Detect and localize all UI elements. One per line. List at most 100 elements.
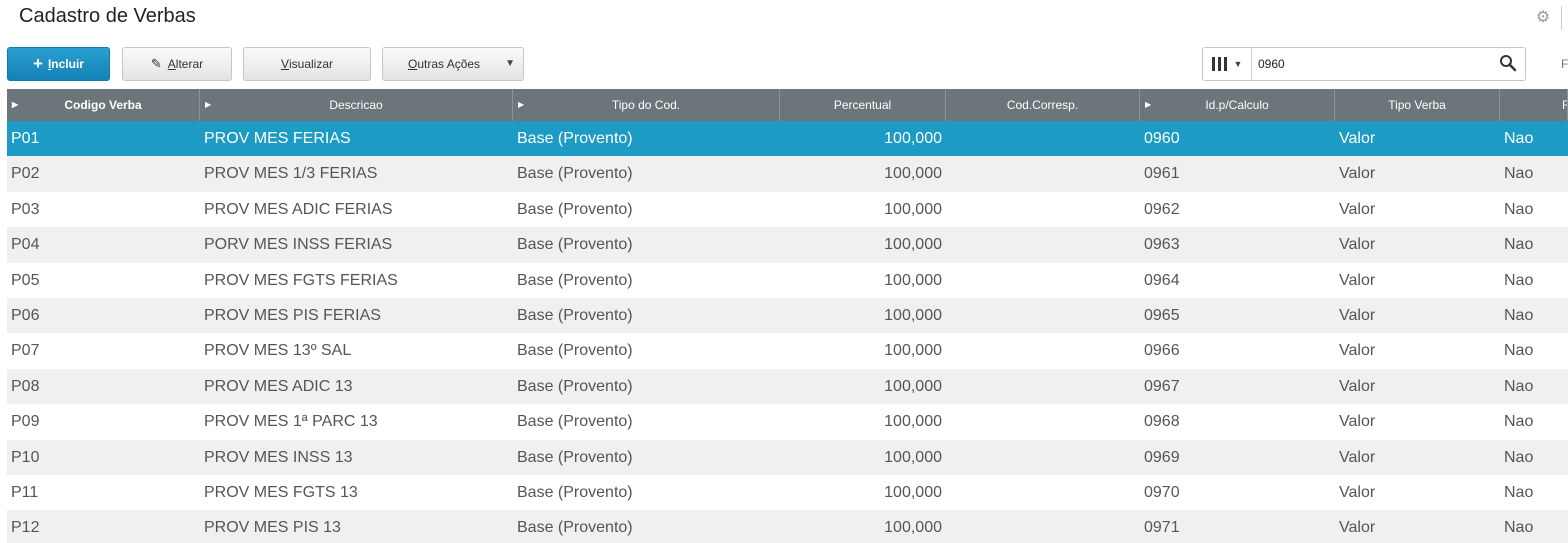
table-cell: Nao	[1504, 200, 1534, 218]
column-header[interactable]: Tipo Verba	[1335, 89, 1500, 121]
table-cell: P08	[11, 377, 40, 395]
table-cell: Valor	[1339, 306, 1376, 324]
column-header-label: Id.p/Calculo	[1205, 98, 1269, 112]
table-cell: Base (Provento)	[517, 271, 633, 289]
table-cell: Valor	[1339, 519, 1376, 537]
table-row[interactable]: P08 PROV MES ADIC 13 Base (Provento) 100,00…	[7, 368, 1568, 405]
app-window: Cadastro de Verbas ⚙ + Incluir ✎ Alterar…	[0, 0, 1568, 543]
outras-label: utras Ações	[417, 57, 481, 71]
page-title: Cadastro de Verbas	[19, 5, 196, 27]
table-cell: Valor	[1339, 130, 1376, 147]
table-cell: 100,000	[884, 377, 942, 395]
table-cell: PROV MES 13º SAL	[204, 342, 352, 360]
table-cell: Nao	[1504, 165, 1534, 183]
table-cell: P10	[11, 448, 40, 466]
table-cell: 100,000	[884, 236, 942, 254]
plus-icon: +	[33, 54, 43, 73]
grid-body: P01 PROV MES FERIAS Base (Provento) 100,000…	[7, 121, 1568, 543]
outras-acoes-button[interactable]: Outras Ações ▼	[382, 47, 524, 81]
table-cell: 0961	[1144, 165, 1180, 183]
column-header-label: Descricao	[329, 98, 383, 112]
table-row[interactable]: P02 PROV MES 1/3 FERIAS Base (Provento) 100…	[7, 156, 1568, 192]
visualizar-button[interactable]: Visualizar	[243, 47, 371, 81]
table-cell: Nao	[1504, 342, 1534, 360]
alterar-label: lterar	[175, 57, 204, 71]
alterar-accesskey: A	[167, 57, 176, 71]
table-row[interactable]: P09 PROV MES 1ª PARC 13 Base (Provento) 100…	[7, 404, 1568, 440]
table-cell: 100,000	[884, 413, 942, 431]
table-cell: 0960	[1144, 130, 1180, 147]
column-header[interactable]: Percentual	[780, 89, 946, 121]
table-cell: 100,000	[884, 306, 942, 324]
table-cell: P03	[11, 200, 40, 218]
incluir-button[interactable]: + Incluir	[7, 47, 110, 81]
column-header-label: Codigo Verba	[64, 98, 142, 112]
table-cell: Base (Provento)	[517, 236, 633, 254]
visualizar-accesskey: V	[280, 57, 289, 71]
table-row[interactable]: P03 PROV MES ADIC FERIAS Base (Provento) 10…	[7, 191, 1568, 228]
table-cell: Base (Provento)	[517, 519, 633, 537]
table-cell: Base (Provento)	[517, 200, 633, 218]
table-cell: PROV MES FERIAS	[204, 130, 351, 147]
table-row[interactable]: P06 PROV MES PIS FERIAS Base (Provento) 100…	[7, 297, 1568, 334]
column-header[interactable]: ▶ Tipo do Cod.	[513, 89, 780, 121]
column-header-label: Cod.Corresp.	[1006, 98, 1079, 112]
table-cell: Valor	[1339, 165, 1376, 183]
search-icon[interactable]	[1499, 54, 1517, 72]
table-cell: P07	[11, 342, 40, 360]
table-row[interactable]: P04 PORV MES INSS FERIAS Base (Provento) 10…	[7, 227, 1568, 263]
chevron-down-icon: ▼	[505, 58, 515, 69]
table-cell: Base (Provento)	[517, 413, 633, 431]
alterar-button[interactable]: ✎ Alterar	[122, 47, 232, 81]
table-cell: Nao	[1504, 306, 1534, 324]
table-cell: PORV MES INSS FERIAS	[204, 236, 393, 254]
table-row[interactable]: P05 PROV MES FGTS FERIAS Base (Provento) 10…	[7, 262, 1568, 298]
filter-label: F	[1561, 57, 1568, 71]
table-cell: 100,000	[884, 519, 942, 537]
table-cell: Nao	[1504, 271, 1534, 289]
incluir-label: ncluir	[51, 57, 84, 71]
column-header[interactable]: Cod.Corresp.	[946, 89, 1140, 121]
table-cell: Base (Provento)	[517, 165, 633, 183]
visualizar-label: isualizar	[289, 57, 334, 71]
table-cell: PROV MES PIS FERIAS	[204, 306, 381, 324]
title-bar: Cadastro de Verbas ⚙	[0, 0, 1568, 38]
table-cell: Nao	[1504, 413, 1534, 431]
sort-arrow-icon: ▶	[205, 100, 212, 109]
gear-icon[interactable]: ⚙	[1533, 8, 1553, 28]
table-cell: 100,000	[884, 165, 942, 183]
table-cell: Valor	[1339, 271, 1376, 289]
column-selector[interactable]: ▼	[1203, 48, 1252, 80]
table-cell: Nao	[1504, 483, 1534, 501]
table-cell: Valor	[1339, 483, 1376, 501]
table-cell: P05	[11, 271, 40, 289]
column-header[interactable]: ▶ Id.p/Calculo	[1140, 89, 1335, 121]
table-row[interactable]: P10 PROV MES INSS 13 Base (Provento) 100,00…	[7, 439, 1568, 475]
table-cell: 0964	[1144, 271, 1180, 289]
table-cell: 100,000	[884, 483, 942, 501]
column-header[interactable]: F	[1500, 89, 1568, 121]
table-row[interactable]: P11 PROV MES FGTS 13 Base (Provento) 100,00…	[7, 474, 1568, 511]
table-cell: Base (Provento)	[517, 377, 633, 395]
table-cell: 0963	[1144, 236, 1180, 254]
table-cell: Nao	[1504, 377, 1534, 395]
table-cell: PROV MES 1ª PARC 13	[204, 413, 378, 431]
search-input[interactable]	[1258, 55, 1488, 73]
table-cell: 100,000	[884, 271, 942, 289]
table-cell: PROV MES INSS 13	[204, 448, 353, 466]
table-cell: Valor	[1339, 200, 1376, 218]
table-cell: Base (Provento)	[517, 342, 633, 360]
table-cell: Base (Provento)	[517, 306, 633, 324]
title-divider	[1561, 6, 1562, 30]
table-cell: 100,000	[884, 342, 942, 360]
table-cell: 0962	[1144, 200, 1180, 218]
column-header-label: Tipo Verba	[1388, 98, 1446, 112]
table-row[interactable]: P07 PROV MES 13º SAL Base (Provento) 100,00…	[7, 333, 1568, 369]
column-header[interactable]: ▶ Codigo Verba	[7, 89, 200, 121]
table-cell: Valor	[1339, 377, 1376, 395]
column-header[interactable]: ▶ Descricao	[200, 89, 513, 121]
table-cell: Nao	[1504, 130, 1534, 147]
column-header-label: F	[1562, 89, 1567, 121]
table-row[interactable]: P12 PROV MES PIS 13 Base (Provento) 100,000…	[7, 510, 1568, 543]
table-row[interactable]: P01 PROV MES FERIAS Base (Provento) 100,000…	[7, 121, 1568, 157]
